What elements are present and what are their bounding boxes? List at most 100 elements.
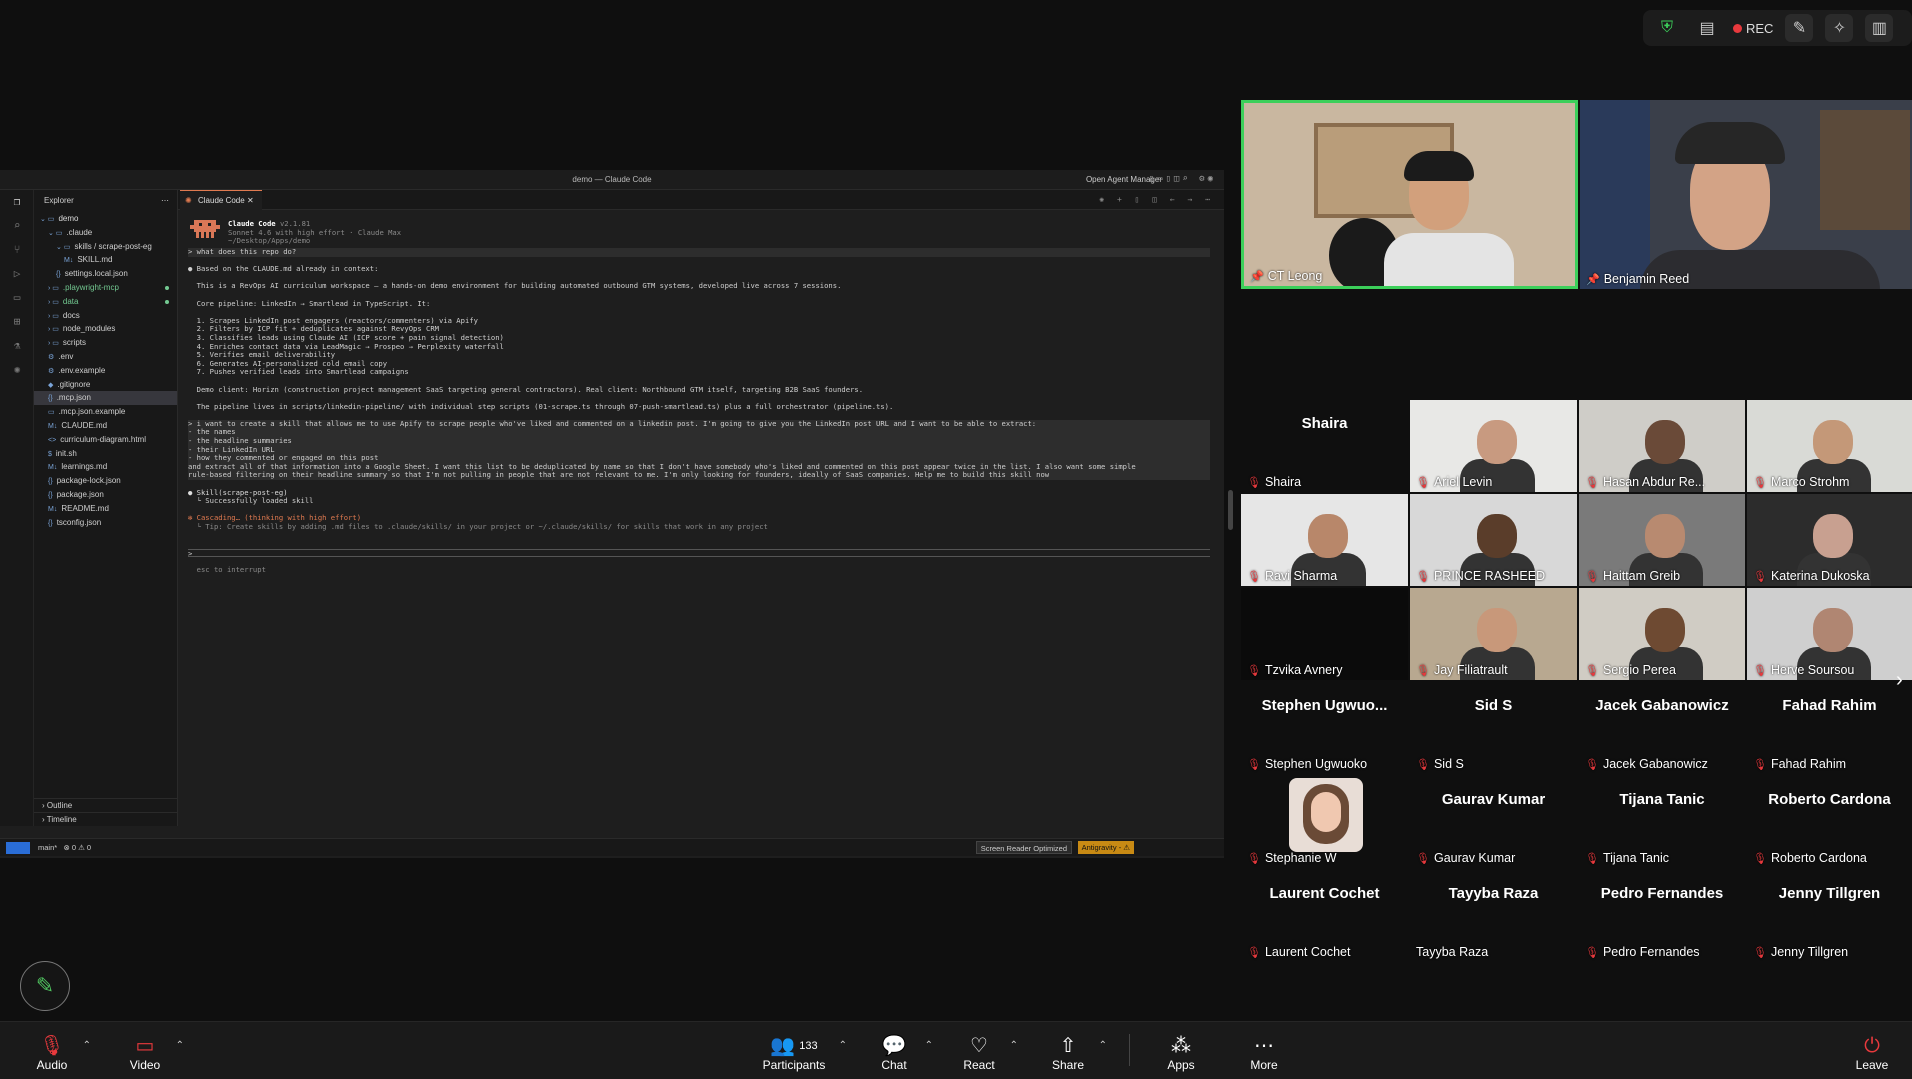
file-tree-item[interactable]: ⚙ .env xyxy=(34,350,177,364)
participant-tile[interactable]: Shaira 🎙 Shaira xyxy=(1241,400,1408,492)
problems-count[interactable]: ⊗ 0 ⚠ 0 xyxy=(63,843,91,852)
participant-tile[interactable]: Tayyba Raza Tayyba Raza xyxy=(1410,870,1577,962)
captions-icon[interactable]: ▤ xyxy=(1693,14,1721,42)
video-button[interactable]: ▭ Video ⌃ xyxy=(110,1034,184,1072)
remote-icon[interactable]: ▭ xyxy=(0,286,34,310)
participant-name-label: Tayyba Raza xyxy=(1416,945,1489,959)
recording-indicator[interactable]: REC xyxy=(1733,21,1773,36)
speaker-tile-benjamin-reed[interactable]: 📌 Benjamin Reed xyxy=(1580,100,1912,289)
source-control-icon[interactable]: ⑂ xyxy=(0,238,34,262)
audio-button[interactable]: 🎙 Audio ⌃ xyxy=(17,1034,91,1072)
file-tree-item[interactable]: › ▭ docs xyxy=(34,309,177,323)
react-button[interactable]: ♡ React ⌃ xyxy=(944,1034,1018,1072)
participant-tile[interactable]: 🎙 Hasan Abdur Re... xyxy=(1579,400,1745,492)
participant-tile[interactable]: 🎙 Haittam Greib xyxy=(1579,494,1745,586)
face xyxy=(1813,514,1853,559)
screen-reader-status[interactable]: Screen Reader Optimized xyxy=(975,841,1072,854)
file-tree-item[interactable]: {} tsconfig.json xyxy=(34,516,177,530)
participant-tile[interactable]: 🎙 Sergio Perea xyxy=(1579,588,1745,680)
heart-icon: ♡ xyxy=(970,1035,988,1057)
participant-tile[interactable]: 🎙 Tzvika Avnery xyxy=(1241,588,1408,680)
participants-icon: 👥 133 xyxy=(770,1035,818,1057)
file-tree-item[interactable]: › ▭ node_modules xyxy=(34,322,177,336)
participant-tile[interactable]: 🎙 Herve Soursou xyxy=(1747,588,1912,680)
conversation-line xyxy=(188,411,1210,420)
extensions-icon[interactable]: ⊞ xyxy=(0,310,34,334)
file-tree-label: .env xyxy=(58,351,74,361)
file-tree-item[interactable]: M↓ README.md xyxy=(34,502,177,516)
conversation-line: ✻ Cascading… (thinking with high effort) xyxy=(188,514,362,523)
participant-tile[interactable]: 🎙 Stephanie W xyxy=(1241,776,1408,868)
file-tree-item[interactable]: M↓ SKILL.md xyxy=(34,253,177,267)
leave-button[interactable]: ⏻ Leave xyxy=(1837,1034,1907,1072)
file-tree-item[interactable]: <> curriculum-diagram.html xyxy=(34,433,177,447)
next-page-icon[interactable]: › xyxy=(1896,669,1903,692)
participants-button[interactable]: 👥 133 Participants ⌃ xyxy=(749,1034,847,1072)
search-icon[interactable]: ⌕ xyxy=(0,214,34,238)
chat-button[interactable]: 💬 Chat ⌃ xyxy=(859,1034,933,1072)
participant-tile[interactable]: Roberto Cardona 🎙 Roberto Cardona xyxy=(1747,776,1912,868)
participant-tile[interactable]: 🎙 Katerina Dukoska xyxy=(1747,494,1912,586)
participant-tile[interactable]: Fahad Rahim 🎙 Fahad Rahim xyxy=(1747,682,1912,774)
annotate-pencil-icon[interactable]: ✎ xyxy=(1785,14,1814,42)
file-tree-item[interactable]: {} package-lock.json xyxy=(34,474,177,488)
file-tree-item[interactable]: M↓ learnings.md xyxy=(34,460,177,474)
claude-icon[interactable]: ✺ xyxy=(0,358,34,382)
participant-tile[interactable]: Sid S 🎙 Sid S xyxy=(1410,682,1577,774)
participant-tile[interactable]: Stephen Ugwuo... 🎙 Stephen Ugwuoko xyxy=(1241,682,1408,774)
vscode-titlebar: demo — Claude Code Open Agent Manager ▯▭… xyxy=(0,170,1224,190)
participant-tile[interactable]: 🎙 Marco Strohm xyxy=(1747,400,1912,492)
file-tree-item[interactable]: ◆ .gitignore xyxy=(34,378,177,392)
share-button[interactable]: ⇧ Share ⌃ xyxy=(1033,1034,1107,1072)
branch-status[interactable]: main* ⊗ 0 ⚠ 0 xyxy=(38,843,91,852)
testing-icon[interactable]: ⚗ xyxy=(0,334,34,358)
file-tree-item[interactable]: ⌄ ▭ skills / scrape-post-eg xyxy=(34,240,177,254)
editor-actions[interactable]: ✺ + ▯ ◫ ← → ⋯ xyxy=(1099,195,1214,204)
annotate-fab-pencil-icon[interactable]: ✎ xyxy=(20,961,70,1011)
participant-tile[interactable]: Tijana Tanic 🎙 Tijana Tanic xyxy=(1579,776,1745,868)
file-tree-item[interactable]: › ▭ scripts xyxy=(34,336,177,350)
mic-muted-icon: 🎙 xyxy=(39,1035,65,1057)
side-panel-icon[interactable]: ▥ xyxy=(1865,14,1894,42)
file-tree-item[interactable]: ⌄ ▭ demo xyxy=(34,212,177,226)
participant-tile[interactable]: 🎙 Ravi Sharma xyxy=(1241,494,1408,586)
participant-name: Tayyba Raza xyxy=(1416,945,1488,959)
file-tree-item[interactable]: {} .mcp.json xyxy=(34,391,177,406)
run-debug-icon[interactable]: ▷ xyxy=(0,262,34,286)
split-scrollbar[interactable] xyxy=(1228,490,1233,530)
apps-button[interactable]: ⁂ Apps xyxy=(1146,1034,1216,1072)
participant-tile[interactable]: Jenny Tillgren 🎙 Jenny Tillgren xyxy=(1747,870,1912,962)
participant-tile[interactable]: 🎙 Jay Filiatrault xyxy=(1410,588,1577,680)
chevron-up-icon: ⌃ xyxy=(82,1040,91,1051)
tab-claude-code[interactable]: ✺ Claude Code ✕ xyxy=(180,190,262,210)
file-tree-item[interactable]: ▭ .mcp.json.example xyxy=(34,405,177,419)
outline-section[interactable]: › Outline xyxy=(34,798,177,812)
ai-companion-icon[interactable]: ✧ xyxy=(1825,14,1854,42)
participant-tile[interactable]: 🎙 PRINCE RASHEED xyxy=(1410,494,1577,586)
participant-tile[interactable]: Pedro Fernandes 🎙 Pedro Fernandes xyxy=(1579,870,1745,962)
participant-tile[interactable]: Jacek Gabanowicz 🎙 Jacek Gabanowicz xyxy=(1579,682,1745,774)
file-tree-item[interactable]: › ▭ .playwright-mcp xyxy=(34,281,177,295)
speaker-tile-ct-leong[interactable]: 📌 CT Leong xyxy=(1241,100,1578,289)
conversation-line: - the headline summaries xyxy=(188,437,1210,446)
file-tree-item[interactable]: $ init.sh xyxy=(34,447,177,461)
close-icon[interactable]: ✕ xyxy=(247,196,254,205)
participant-tile[interactable]: Gaurav Kumar 🎙 Gaurav Kumar xyxy=(1410,776,1577,868)
participant-tile[interactable]: 🎙 Ariel Levin xyxy=(1410,400,1577,492)
file-tree-item[interactable]: {} settings.local.json xyxy=(34,267,177,281)
explorer-icon[interactable]: ❐ xyxy=(0,190,34,214)
timeline-section[interactable]: › Timeline xyxy=(34,812,177,826)
file-tree-item[interactable]: ⌄ ▭ .claude xyxy=(34,226,177,240)
remote-indicator[interactable] xyxy=(6,842,30,854)
file-tree-item[interactable]: ⚙ .env.example xyxy=(34,364,177,378)
participant-name: 🎙 Marco Strohm xyxy=(1753,475,1849,489)
participant-tile[interactable]: Laurent Cochet 🎙 Laurent Cochet xyxy=(1241,870,1408,962)
file-tree-item[interactable]: › ▭ data xyxy=(34,295,177,309)
file-tree-item[interactable]: {} package.json xyxy=(34,488,177,502)
prompt-input[interactable]: > xyxy=(188,548,1210,558)
shield-icon[interactable]: ⛨ xyxy=(1653,14,1681,42)
antigravity-status[interactable]: Antigravity - ⚠ xyxy=(1077,841,1134,854)
file-tree-item[interactable]: M↓ CLAUDE.md xyxy=(34,419,177,433)
more-button[interactable]: ⋯ More xyxy=(1229,1034,1299,1072)
layout-icons[interactable]: ▯▭▯◫⌕ ⚙◉ xyxy=(1149,174,1216,184)
